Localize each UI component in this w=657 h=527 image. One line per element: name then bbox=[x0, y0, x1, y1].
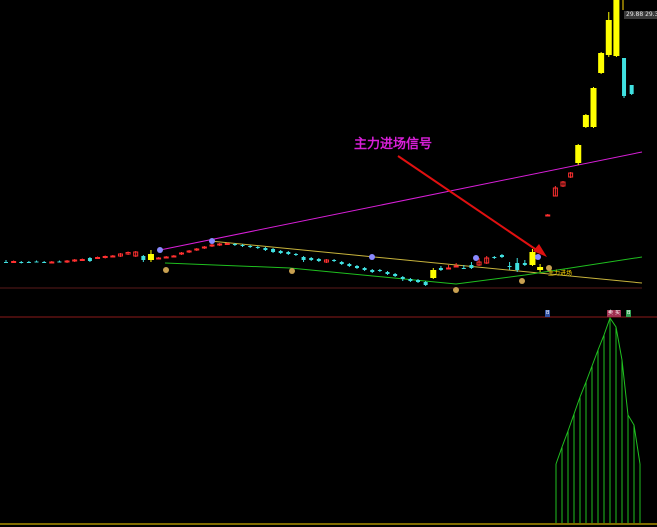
candle-body bbox=[147, 254, 154, 260]
candle-body bbox=[255, 247, 260, 248]
candle-body bbox=[430, 270, 437, 278]
candlestick-series bbox=[4, 0, 634, 286]
candle-body bbox=[34, 261, 39, 263]
candle-body bbox=[11, 261, 17, 263]
candle-body bbox=[423, 282, 428, 285]
candle-body bbox=[248, 246, 253, 247]
candle-body bbox=[370, 270, 375, 272]
badge-b2[interactable]: B bbox=[626, 310, 632, 317]
candle-body bbox=[271, 249, 276, 252]
candle-body bbox=[232, 244, 237, 245]
trendline-upper-magenta bbox=[159, 151, 643, 251]
candle-body bbox=[461, 268, 466, 269]
candle-body bbox=[178, 252, 184, 255]
pivot-marker bbox=[535, 254, 541, 260]
candle-body bbox=[64, 260, 70, 263]
candle-body bbox=[393, 274, 398, 276]
chart-canvas bbox=[0, 0, 657, 525]
candle-body bbox=[194, 248, 200, 251]
candle-body bbox=[377, 270, 382, 271]
price-tag: 29.88 29.31 bbox=[624, 11, 657, 19]
candle-body bbox=[201, 246, 207, 249]
candle-body bbox=[469, 265, 474, 268]
candle-body bbox=[57, 261, 62, 263]
candle-body bbox=[590, 88, 597, 127]
candle-body bbox=[163, 256, 169, 259]
candle-body bbox=[446, 267, 452, 270]
bag-icon bbox=[519, 278, 525, 284]
candle-body bbox=[26, 262, 31, 263]
trendline-yellow bbox=[209, 240, 643, 284]
candle-body bbox=[354, 266, 359, 268]
candle-body bbox=[87, 258, 92, 261]
candle-body bbox=[240, 245, 245, 246]
candle-body bbox=[141, 256, 146, 260]
candle-body bbox=[537, 267, 544, 270]
candle-body bbox=[605, 20, 612, 55]
candle-body bbox=[347, 264, 352, 266]
candle-body bbox=[515, 263, 520, 270]
candle-body bbox=[529, 252, 536, 265]
candle-body bbox=[499, 255, 504, 257]
candle-body bbox=[582, 115, 589, 127]
candle-body bbox=[309, 258, 314, 260]
candle-body bbox=[72, 259, 78, 262]
candle-body bbox=[316, 259, 321, 261]
candle-body bbox=[209, 244, 215, 247]
candle-body bbox=[293, 254, 298, 255]
candle-body bbox=[186, 250, 192, 253]
candle-body bbox=[4, 262, 8, 263]
candle-body bbox=[301, 257, 306, 260]
candle-body bbox=[339, 262, 344, 264]
candle-body bbox=[629, 85, 634, 94]
candle-body bbox=[408, 279, 413, 281]
candle-body bbox=[575, 145, 582, 163]
bag-icon bbox=[453, 287, 459, 293]
bag-icon bbox=[163, 267, 169, 273]
badge-sell[interactable]: 卖 bbox=[607, 310, 615, 317]
candle-body bbox=[507, 266, 512, 267]
candle-body bbox=[171, 255, 177, 258]
candle-body bbox=[545, 214, 551, 217]
candle-body bbox=[453, 265, 459, 268]
candle-body bbox=[613, 0, 620, 56]
pivot-marker bbox=[157, 247, 163, 253]
pivot-marker bbox=[473, 255, 479, 261]
pivot-marker bbox=[209, 238, 215, 244]
candle-body bbox=[492, 257, 497, 258]
candle-body bbox=[102, 256, 108, 258]
candle-body bbox=[286, 252, 291, 254]
candle-body bbox=[622, 58, 627, 96]
candle-body bbox=[278, 251, 283, 253]
candle-body bbox=[598, 53, 605, 73]
candle-body bbox=[217, 243, 223, 246]
candle-body bbox=[49, 261, 55, 264]
candle-body bbox=[332, 260, 337, 261]
bag-icon bbox=[289, 268, 295, 274]
candle-body bbox=[224, 243, 230, 245]
candle-body bbox=[19, 262, 24, 263]
pivot-marker bbox=[369, 254, 375, 260]
candle-body bbox=[400, 277, 405, 279]
candle-body bbox=[438, 268, 443, 270]
candle-body bbox=[110, 255, 116, 258]
indicator-series bbox=[555, 316, 641, 523]
entry-label: 主力进场 bbox=[548, 270, 573, 277]
candle-body bbox=[95, 257, 101, 259]
candle-body bbox=[362, 268, 367, 270]
candle-body bbox=[79, 259, 85, 261]
candle-body bbox=[42, 262, 47, 263]
badge-b[interactable]: B bbox=[545, 310, 551, 317]
candle-body bbox=[522, 263, 527, 265]
candle-body bbox=[156, 257, 162, 260]
signal-arrow bbox=[397, 155, 542, 254]
candle-body bbox=[416, 280, 421, 282]
candle-body bbox=[385, 272, 390, 274]
candle-body bbox=[263, 248, 268, 250]
annotation-label: 主力进场信号 bbox=[354, 137, 433, 152]
badge-buy[interactable]: 买 bbox=[614, 310, 622, 317]
